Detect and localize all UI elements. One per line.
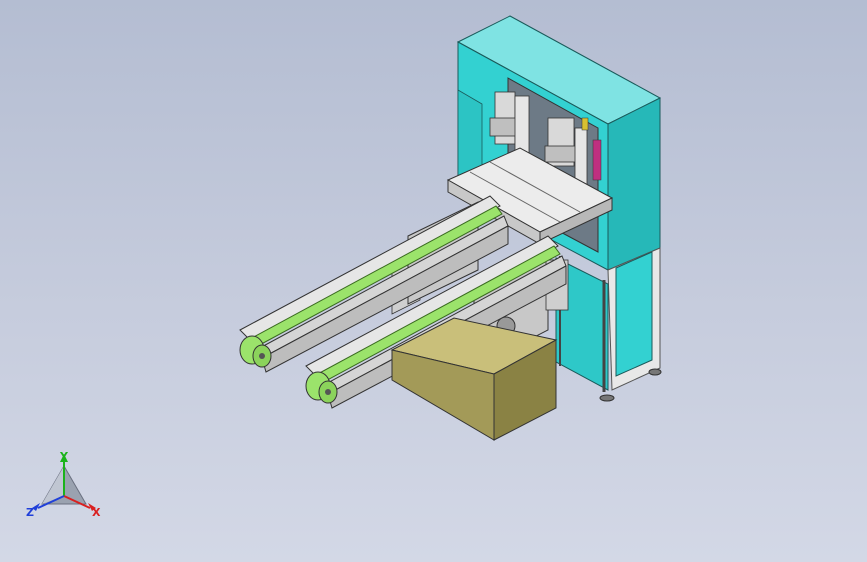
y-axis-label: Y xyxy=(59,450,69,463)
z-axis-label: Z xyxy=(26,506,34,519)
orientation-triad: Y X Z xyxy=(26,450,101,519)
cad-viewport[interactable]: Y X Z xyxy=(0,0,867,562)
x-axis-label: X xyxy=(92,506,101,519)
assembly-model[interactable] xyxy=(0,0,867,562)
cabinet-stand xyxy=(555,247,662,402)
